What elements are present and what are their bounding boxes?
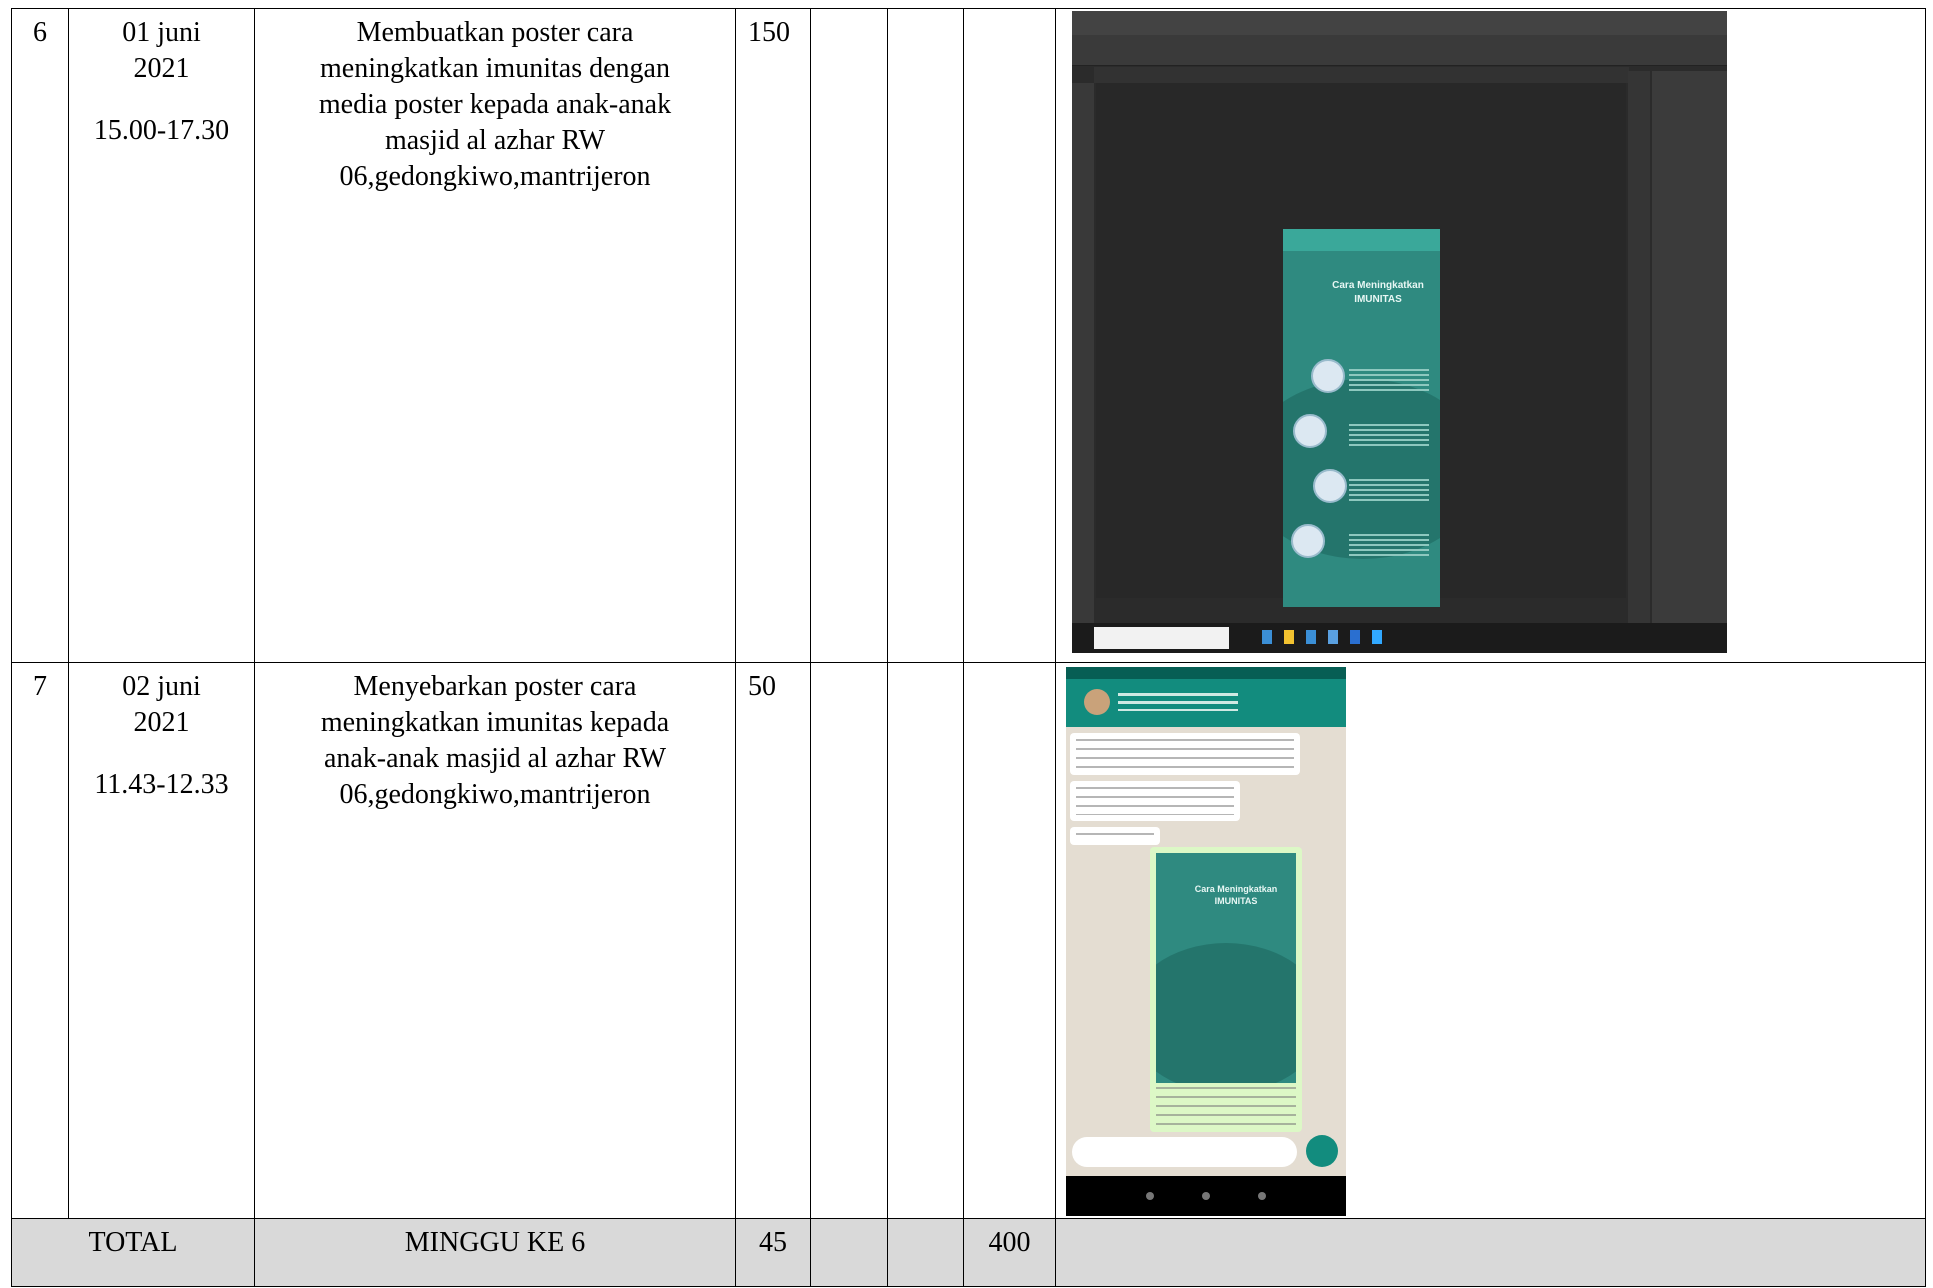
poster-title: Cara Meningkatkan IMUNITAS	[1332, 280, 1424, 305]
poster-text-block	[1349, 534, 1429, 556]
taskbar-app-icon	[1328, 630, 1338, 644]
ps-options-bar	[1072, 35, 1727, 66]
phone-status-bar	[1066, 667, 1346, 679]
description-cell: Membuatkan poster cara meningkatkan imun…	[254, 8, 736, 663]
taskbar-app-icon	[1284, 630, 1294, 644]
total-duration: 45	[735, 1218, 811, 1287]
poster-icon	[1293, 414, 1327, 448]
nav-back-icon	[1258, 1192, 1266, 1200]
description-line: Menyebarkan poster cara	[353, 671, 637, 702]
poster-icon	[1311, 359, 1345, 393]
chat-message	[1070, 733, 1300, 775]
table-row: 7 02 juni 2021 11.43-12.33 Menyebarkan p…	[11, 662, 1926, 1219]
nav-home-icon	[1202, 1192, 1210, 1200]
date-year: 2021	[133, 707, 190, 738]
whatsapp-screenshot: Cara Meningkatkan IMUNITAS	[1066, 667, 1346, 1216]
description-line: Membuatkan poster cara	[356, 17, 634, 48]
evidence-cell: Cara Meningkatkan IMUNITAS	[1055, 662, 1926, 1219]
poster-wave	[1156, 943, 1296, 1083]
activity-table: 6 01 juni 2021 15.00-17.30 Membuatkan po…	[11, 8, 1926, 1287]
evidence-cell: Cara Meningkatkan IMUNITAS	[1055, 8, 1926, 663]
empty-cell	[887, 662, 964, 1219]
date-day: 02 juni	[122, 671, 201, 702]
phone-nav-bar	[1066, 1176, 1346, 1216]
group-avatar	[1084, 689, 1110, 715]
empty-cell	[810, 1218, 888, 1287]
poster-text-block	[1349, 369, 1429, 391]
send-button	[1306, 1135, 1338, 1167]
description-line: meningkatkan imunitas kepada	[320, 707, 670, 738]
week-label: MINGGU KE 6	[254, 1218, 736, 1287]
whatsapp-chat-header	[1066, 679, 1346, 727]
description-line: masjid al azhar RW	[384, 125, 606, 156]
empty-cell	[810, 662, 888, 1219]
description-line: meningkatkan imunitas dengan	[320, 53, 670, 84]
empty-cell	[887, 1218, 964, 1287]
total-sum: 400	[963, 1218, 1056, 1287]
ps-toolbar	[1072, 83, 1094, 623]
date-day: 01 juni	[122, 17, 201, 48]
row-number: 6	[11, 8, 69, 663]
message-input	[1072, 1137, 1297, 1167]
poster-header-band	[1283, 229, 1440, 251]
group-name-text	[1118, 693, 1238, 711]
poster-title: Cara Meningkatkan IMUNITAS	[1194, 884, 1278, 906]
description-line: 06,gedongkiwo,mantrijeron	[339, 161, 651, 192]
taskbar-app-icon	[1262, 630, 1272, 644]
taskbar-search-box	[1094, 627, 1229, 649]
poster-icon	[1313, 469, 1347, 503]
poster-image: Cara Meningkatkan IMUNITAS	[1283, 229, 1440, 607]
chat-message	[1070, 781, 1240, 821]
duration-cell: 50	[735, 662, 811, 1219]
empty-cell	[963, 662, 1056, 1219]
taskbar-app-icon	[1350, 630, 1360, 644]
nav-recent-icon	[1146, 1192, 1154, 1200]
poster-text-block	[1349, 424, 1429, 446]
empty-cell	[810, 8, 888, 663]
description-cell: Menyebarkan poster cara meningkatkan imu…	[254, 662, 736, 1219]
date-cell: 02 juni 2021 11.43-12.33	[68, 662, 255, 1219]
ps-panel-strip	[1628, 71, 1650, 623]
empty-cell	[963, 8, 1056, 663]
ps-layers-panel	[1652, 71, 1727, 623]
taskbar-app-icon	[1372, 630, 1382, 644]
date-year: 2021	[133, 53, 190, 84]
duration-cell: 150	[735, 8, 811, 663]
taskbar-app-icon	[1306, 630, 1316, 644]
ps-canvas: Cara Meningkatkan IMUNITAS	[1096, 83, 1626, 607]
time-range: 11.43-12.33	[94, 769, 229, 800]
row-number: 7	[11, 662, 69, 1219]
empty-cell	[887, 8, 964, 663]
windows-taskbar	[1072, 623, 1727, 653]
chat-message	[1070, 827, 1160, 845]
time-range: 15.00-17.30	[93, 115, 230, 146]
description-line: anak-anak masjid al azhar RW	[323, 743, 667, 774]
photoshop-screenshot: Cara Meningkatkan IMUNITAS	[1072, 11, 1727, 653]
total-row: TOTAL MINGGU KE 6 45 400	[11, 1218, 1926, 1287]
shared-poster-image: Cara Meningkatkan IMUNITAS	[1156, 853, 1296, 1083]
poster-icon	[1291, 524, 1325, 558]
ps-document-tabs	[1094, 67, 1629, 83]
description-line: media poster kepada anak-anak	[318, 89, 672, 120]
table-row: 6 01 juni 2021 15.00-17.30 Membuatkan po…	[11, 8, 1926, 663]
total-label: TOTAL	[11, 1218, 255, 1287]
ps-menubar	[1072, 11, 1727, 35]
description-line: 06,gedongkiwo,mantrijeron	[339, 779, 651, 810]
date-cell: 01 juni 2021 15.00-17.30	[68, 8, 255, 663]
empty-cell	[1055, 1218, 1926, 1287]
poster-text-block	[1349, 479, 1429, 501]
